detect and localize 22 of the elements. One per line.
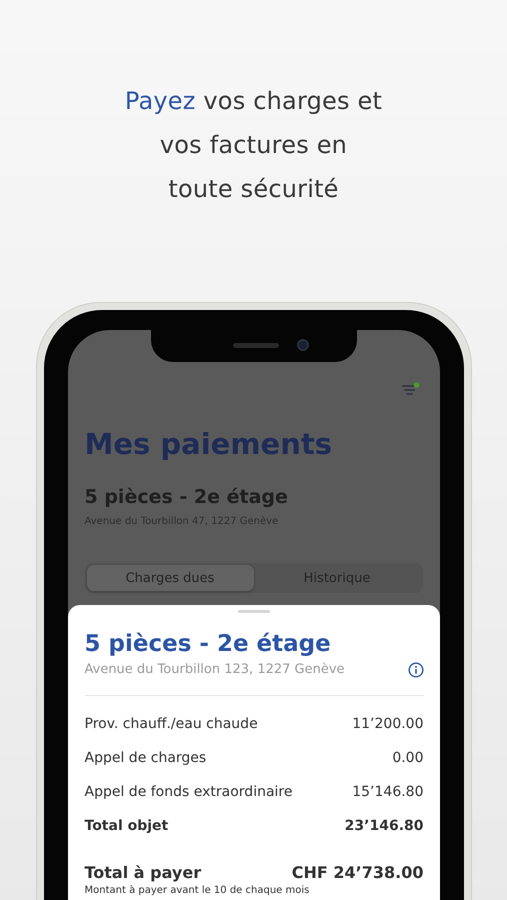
sheet-title: 5 pièces - 2e étage [84,630,332,659]
tab[interactable]: Charges dues [86,565,254,591]
charge-amount: 11’200.00 [352,716,424,732]
filter-icon[interactable] [402,382,420,398]
charge-amount: 15’146.80 [352,784,424,800]
total-amount: CHF 24’738.00 [292,862,424,882]
property-name: 5 pièces - 2e étage [84,485,289,510]
sheet-handle[interactable] [238,610,270,613]
charge-amount: 23’146.80 [344,818,424,834]
headline: Payez vos charges et vos factures en toute sécurité [124,86,382,205]
charge-label: Appel de fonds extraordinaire [84,784,292,800]
charge-label: Total objet [84,818,168,834]
total-label: Total à payer [84,862,202,882]
due-note: Montant à payer avant le 10 de chaque mois [84,884,310,898]
charge-label: Appel de charges [84,750,206,766]
speaker-icon [232,342,278,348]
charge-amount: 0.00 [392,750,424,766]
sheet-address: Avenue du Tourbillon 123, 1227 Genève [84,661,345,679]
camera-icon [296,339,308,351]
info-icon[interactable] [408,662,424,678]
page-title: Mes paiements [84,426,333,462]
charge-label: Prov. chauff./eau chaude [84,716,258,732]
